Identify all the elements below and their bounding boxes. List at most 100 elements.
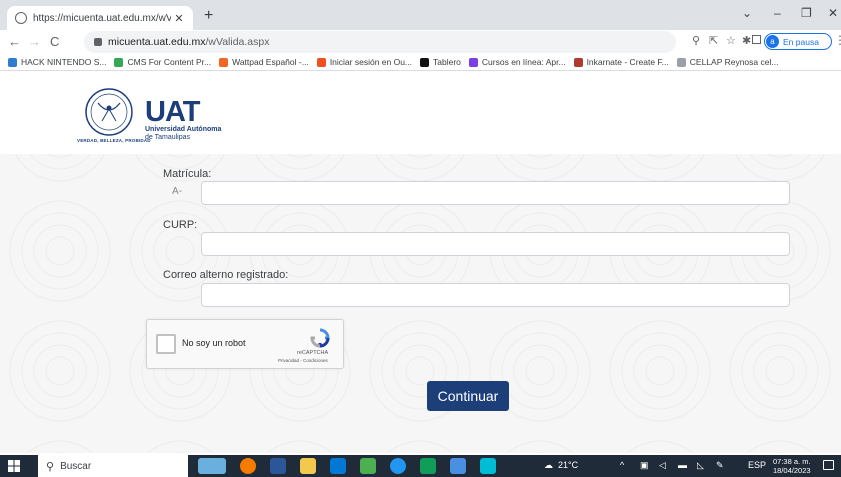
- bookmark-label: CELLAP Reynosa cel...: [689, 57, 779, 67]
- uat-logo: UAT: [145, 96, 200, 128]
- bookmark-favicon-icon: [676, 57, 686, 67]
- matricula-prefix: A-: [172, 186, 182, 197]
- star-icon[interactable]: ☆: [726, 34, 736, 47]
- reload-icon[interactable]: C: [50, 34, 59, 49]
- new-tab-button[interactable]: +: [204, 7, 213, 25]
- browser-toolbar: ← → C micuenta.uat.edu.mx /wValida.aspx …: [0, 30, 841, 54]
- clock-time: 07:38 a. m.: [773, 457, 811, 466]
- app-icon-4[interactable]: [420, 458, 436, 474]
- weather-icon[interactable]: ☁: [544, 460, 553, 471]
- profile-button[interactable]: a En pausa: [764, 33, 832, 50]
- minimize-button[interactable]: –: [774, 6, 781, 20]
- continue-button[interactable]: Continuar: [427, 381, 509, 411]
- page-content: VERDAD, BELLEZA, PROBIDAD UAT Universida…: [0, 71, 841, 453]
- bookmark-label: Iniciar sesión en Ou...: [329, 57, 413, 67]
- widgets-icon[interactable]: [198, 458, 226, 474]
- bookmark-favicon-icon: [8, 57, 17, 67]
- word-icon[interactable]: [270, 458, 286, 474]
- battery-icon[interactable]: ▬: [678, 460, 687, 470]
- back-icon[interactable]: ←: [8, 34, 21, 49]
- taskbar: ⚲ Buscar ☁ 21°C ^ ▣ ◁ ▬ ◺ ✎ ESP 07:38 a.…: [0, 455, 841, 477]
- url-host: micuenta.uat.edu.mx: [108, 36, 206, 48]
- app-icon-6[interactable]: [480, 458, 496, 474]
- app-icon-1[interactable]: [330, 458, 346, 474]
- bookmark-item[interactable]: CMS For Content Pr...: [114, 57, 211, 67]
- pen-icon[interactable]: ✎: [716, 460, 724, 471]
- language-indicator[interactable]: ESP: [748, 460, 766, 470]
- university-name: Universidad Autónoma: [145, 126, 222, 133]
- recaptcha-terms-link[interactable]: Privacidad - Condiciones: [278, 358, 328, 363]
- matricula-label: Matrícula:: [163, 168, 212, 180]
- restore-button[interactable]: ❐: [801, 6, 812, 20]
- bookmarks-bar: HACK NINTENDO S... CMS For Content Pr... W…: [0, 54, 841, 71]
- curp-label: CURP:: [163, 219, 198, 231]
- curp-input[interactable]: [201, 232, 790, 256]
- bookmark-item[interactable]: Iniciar sesión en Ou...: [316, 57, 413, 67]
- app-icon-3[interactable]: [390, 458, 406, 474]
- bookmark-item[interactable]: Inkarnate - Create F...: [573, 57, 669, 67]
- bookmark-favicon-icon: [316, 57, 326, 67]
- app-icon-5[interactable]: [450, 458, 466, 474]
- clock-date: 18/04/2023: [773, 466, 811, 475]
- tab-strip: https://micuenta.uat.edu.mx/wVa ✕ + ⌄ – …: [0, 0, 841, 30]
- app-tray-icon[interactable]: ▣: [640, 460, 649, 471]
- bookmark-label: HACK NINTENDO S...: [21, 57, 107, 67]
- share-icon[interactable]: ⇱: [709, 34, 718, 47]
- bookmark-item[interactable]: Tablero: [420, 57, 461, 67]
- address-bar[interactable]: micuenta.uat.edu.mx /wValida.aspx: [84, 31, 676, 53]
- bookmark-label: Inkarnate - Create F...: [586, 57, 669, 67]
- close-tab-icon[interactable]: ✕: [171, 12, 187, 25]
- windows-start-icon[interactable]: [8, 460, 20, 472]
- tab-title: https://micuenta.uat.edu.mx/wVa: [33, 12, 171, 24]
- university-state: de Tamaulipas: [145, 134, 191, 141]
- bookmark-favicon-icon: [573, 57, 583, 67]
- recaptcha-icon: [310, 328, 330, 348]
- sidepanel-icon[interactable]: [752, 35, 761, 44]
- url-path: /wValida.aspx: [205, 36, 270, 48]
- volume-icon[interactable]: ◁: [659, 460, 666, 471]
- recaptcha-label: No soy un robot: [182, 338, 246, 348]
- bookmark-favicon-icon: [468, 57, 478, 67]
- bookmark-item[interactable]: Cursos en línea: Apr...: [468, 57, 566, 67]
- bookmark-label: Wattpad Español -...: [232, 57, 309, 67]
- network-icon[interactable]: ◺: [697, 460, 704, 471]
- bookmark-label: CMS For Content Pr...: [127, 57, 212, 67]
- bookmark-favicon-icon: [219, 57, 229, 67]
- taskbar-search[interactable]: ⚲ Buscar: [38, 455, 188, 477]
- extensions-icon[interactable]: ✱: [742, 34, 751, 47]
- bookmark-item[interactable]: HACK NINTENDO S...: [8, 57, 106, 67]
- file-explorer-icon[interactable]: [300, 458, 316, 474]
- bookmark-favicon-icon: [114, 57, 124, 67]
- correo-input[interactable]: [201, 283, 790, 307]
- lock-icon: [94, 38, 102, 46]
- browser-tab[interactable]: https://micuenta.uat.edu.mx/wVa ✕: [7, 6, 193, 30]
- correo-label: Correo alterno registrado:: [163, 269, 289, 281]
- close-window-button[interactable]: ✕: [828, 6, 838, 20]
- seal-motto: VERDAD, BELLEZA, PROBIDAD: [77, 138, 151, 143]
- bookmark-item[interactable]: Wattpad Español -...: [219, 57, 309, 67]
- search-icon: ⚲: [46, 460, 55, 473]
- university-seal-icon: [85, 88, 133, 136]
- menu-icon[interactable]: ⋮: [834, 33, 841, 47]
- recaptcha-widget: No soy un robot reCAPTCHA Privacidad - C…: [146, 319, 344, 369]
- chrome-icon[interactable]: [240, 458, 256, 474]
- taskbar-search-placeholder: Buscar: [60, 460, 92, 472]
- avatar: a: [766, 35, 779, 48]
- bookmark-item[interactable]: CELLAP Reynosa cel...: [676, 57, 779, 67]
- recaptcha-checkbox[interactable]: [156, 334, 176, 354]
- clock[interactable]: 07:38 a. m. 18/04/2023: [773, 457, 811, 475]
- notifications-icon[interactable]: [823, 460, 834, 470]
- bookmark-favicon-icon: [420, 57, 430, 67]
- forward-icon[interactable]: →: [28, 34, 41, 49]
- bookmark-label: Cursos en línea: Apr...: [481, 57, 566, 67]
- profile-status: En pausa: [783, 36, 819, 47]
- recaptcha-brand: reCAPTCHA: [297, 350, 329, 356]
- site-header: VERDAD, BELLEZA, PROBIDAD UAT Universida…: [0, 71, 841, 154]
- matricula-input[interactable]: [201, 181, 790, 205]
- weather-temp[interactable]: 21°C: [558, 460, 578, 470]
- app-icon-2[interactable]: [360, 458, 376, 474]
- globe-icon: [15, 12, 27, 24]
- chevron-up-icon[interactable]: ^: [620, 460, 624, 470]
- search-icon[interactable]: ⚲: [692, 34, 700, 47]
- tab-search-icon[interactable]: ⌄: [742, 6, 752, 20]
